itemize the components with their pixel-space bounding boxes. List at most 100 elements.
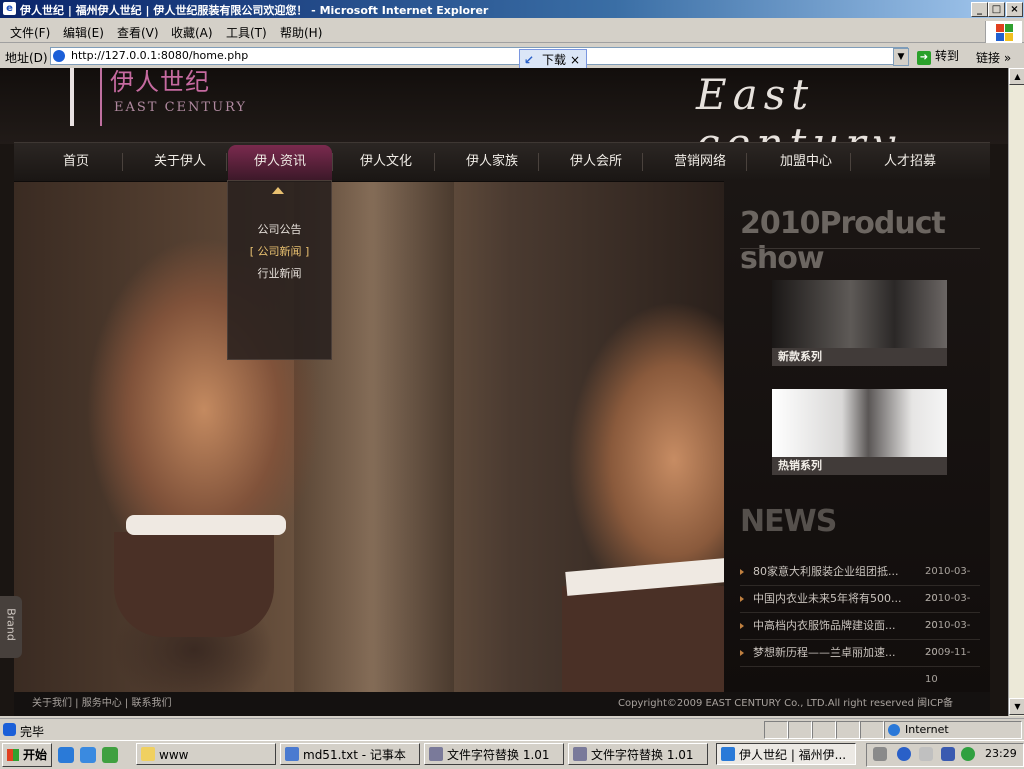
taskbar-button-label: 伊人世纪 | 福州伊... xyxy=(739,748,847,762)
menu-favorites[interactable]: 收藏(A) xyxy=(171,24,213,41)
brand-tab-label: Brand xyxy=(4,608,18,641)
system-tray: 23:29 xyxy=(866,743,1024,767)
download-close-button[interactable]: × xyxy=(570,50,580,70)
news-item-title[interactable]: 中高档内衣服饰品牌建设面... xyxy=(753,612,915,639)
status-cell xyxy=(860,721,884,739)
news-item-title[interactable]: 80家意大利服装企业组团抵... xyxy=(753,558,915,585)
scroll-up-button[interactable]: ▲ xyxy=(1009,68,1024,85)
taskbar: 开始 www md51.txt - 记事本 文件字符替换 1.01 文件字符替换… xyxy=(0,740,1024,769)
submenu-company-news[interactable]: [ 公司新闻 ] xyxy=(228,243,331,259)
vertical-scrollbar[interactable]: ▲ ▼ xyxy=(1008,68,1024,716)
menu-tools[interactable]: 工具(T) xyxy=(226,24,267,41)
printer-icon[interactable] xyxy=(919,747,933,761)
nav-news[interactable]: 伊人资讯 xyxy=(228,145,332,181)
help-icon[interactable] xyxy=(897,747,911,761)
maximize-button[interactable]: □ xyxy=(988,2,1005,17)
taskbar-button-www[interactable]: www xyxy=(136,743,276,765)
address-dropdown-button[interactable]: ▼ xyxy=(893,48,909,66)
nav-marketing[interactable]: 营销网络 xyxy=(648,143,752,181)
copyright: Copyright©2009 EAST CENTURY Co., LTD.All… xyxy=(618,698,954,709)
clock[interactable]: 23:29 xyxy=(985,747,1017,760)
close-button[interactable]: × xyxy=(1006,2,1023,17)
taskbar-button-notepad[interactable]: md51.txt - 记事本 xyxy=(280,743,420,765)
hero-brief-right xyxy=(562,586,727,692)
news-item-title[interactable]: 梦想新历程——兰卓丽加速... xyxy=(753,639,915,666)
start-button[interactable]: 开始 xyxy=(2,743,52,767)
submenu-caret-icon xyxy=(272,187,284,194)
news-submenu: 公司公告 [ 公司新闻 ] 行业新闻 xyxy=(227,180,332,360)
nav-divider xyxy=(226,153,227,171)
title-bar[interactable]: e 伊人世纪 | 福州伊人世纪 | 伊人世纪服装有限公司欢迎您！ - Micro… xyxy=(0,0,1024,18)
product-card-new[interactable]: 新款系列 xyxy=(772,280,947,368)
submenu-industry-news[interactable]: 行业新闻 xyxy=(228,265,331,281)
news-item[interactable]: 80家意大利服装企业组团抵... 2010-03-20 xyxy=(740,558,980,604)
links-label: 链接 xyxy=(976,51,1001,65)
go-arrow-icon: ➜ xyxy=(917,51,931,65)
nav-about[interactable]: 关于伊人 xyxy=(128,143,232,181)
status-bar: 完毕 Internet xyxy=(0,718,1024,741)
menu-view[interactable]: 查看(V) xyxy=(117,24,159,41)
brand-tab[interactable]: Brand xyxy=(0,596,22,658)
status-text: 完毕 xyxy=(20,725,45,739)
start-label: 开始 xyxy=(23,748,48,762)
nav-careers[interactable]: 人才招募 xyxy=(858,143,962,181)
minimize-button[interactable]: _ xyxy=(971,2,988,17)
ie-quicklaunch-icon[interactable] xyxy=(58,747,74,763)
windows-flag-icon xyxy=(7,749,19,761)
outlook-quicklaunch-icon[interactable] xyxy=(80,747,96,763)
download-arrow-icon: ↙ xyxy=(524,53,535,67)
nav-divider xyxy=(850,153,851,171)
address-input[interactable]: http://127.0.0.1:8080/home.php xyxy=(50,47,908,65)
product-caption: 热销系列 xyxy=(772,457,947,475)
media-quicklaunch-icon[interactable] xyxy=(102,747,118,763)
nav-franchise[interactable]: 加盟中心 xyxy=(754,143,858,181)
taskbar-button-browser[interactable]: 伊人世纪 | 福州伊... xyxy=(716,743,856,765)
nav-divider xyxy=(746,153,747,171)
news-item[interactable]: 中国内衣业未来5年将有500... 2010-03-20 xyxy=(740,585,980,631)
bullet-icon xyxy=(740,623,744,629)
windows-logo-icon xyxy=(985,21,1022,43)
notepad-icon xyxy=(285,747,299,761)
links-button[interactable]: 链接 » xyxy=(976,49,1011,66)
status-cell xyxy=(764,721,788,739)
news-item[interactable]: 梦想新历程——兰卓丽加速... 2009-11-10 xyxy=(740,639,980,685)
product-card-hot[interactable]: 热销系列 xyxy=(772,389,947,477)
ie-icon xyxy=(721,747,735,761)
scroll-down-button[interactable]: ▼ xyxy=(1009,698,1024,715)
address-url[interactable]: http://127.0.0.1:8080/home.php xyxy=(71,48,248,64)
logo-en: EAST CENTURY xyxy=(114,100,247,115)
product-caption: 新款系列 xyxy=(772,348,947,366)
taskbar-button-replace-1[interactable]: 文件字符替换 1.01 xyxy=(424,743,564,765)
nav-culture[interactable]: 伊人文化 xyxy=(334,143,438,181)
menu-help[interactable]: 帮助(H) xyxy=(280,24,322,41)
ie-icon: e xyxy=(3,2,16,15)
news-item-title[interactable]: 中国内衣业未来5年将有500... xyxy=(753,585,915,612)
status-cell xyxy=(812,721,836,739)
nav-home[interactable]: 首页 xyxy=(24,143,128,181)
go-button[interactable]: ➜ 转到 xyxy=(917,47,959,65)
product-image xyxy=(772,280,947,348)
monitor-icon[interactable] xyxy=(941,747,955,761)
menu-file[interactable]: 文件(F) xyxy=(10,24,50,41)
taskbar-button-replace-2[interactable]: 文件字符替换 1.01 xyxy=(568,743,708,765)
taskbar-button-label: www xyxy=(159,748,189,762)
site-logo[interactable]: 伊人世纪 EAST CENTURY xyxy=(60,68,270,128)
menu-edit[interactable]: 编辑(E) xyxy=(63,24,104,41)
status-cell xyxy=(836,721,860,739)
news-item[interactable]: 中高档内衣服饰品牌建设面... 2010-03-20 xyxy=(740,612,980,658)
divider xyxy=(740,248,980,249)
nav-divider xyxy=(538,153,539,171)
news-title: NEWS xyxy=(740,504,837,539)
security-icon[interactable] xyxy=(961,747,975,761)
submenu-announcements[interactable]: 公司公告 xyxy=(228,221,331,237)
nav-divider xyxy=(434,153,435,171)
nav-family[interactable]: 伊人家族 xyxy=(440,143,544,181)
footer-links[interactable]: 关于我们 | 服务中心 | 联系我们 xyxy=(32,692,171,716)
bullet-icon xyxy=(740,650,744,656)
bullet-icon xyxy=(740,569,744,575)
news-item-date: 2009-11-10 xyxy=(925,647,971,685)
network-icon[interactable] xyxy=(873,747,887,761)
nav-club[interactable]: 伊人会所 xyxy=(544,143,648,181)
product-image xyxy=(772,389,947,457)
hero-image xyxy=(14,180,727,692)
